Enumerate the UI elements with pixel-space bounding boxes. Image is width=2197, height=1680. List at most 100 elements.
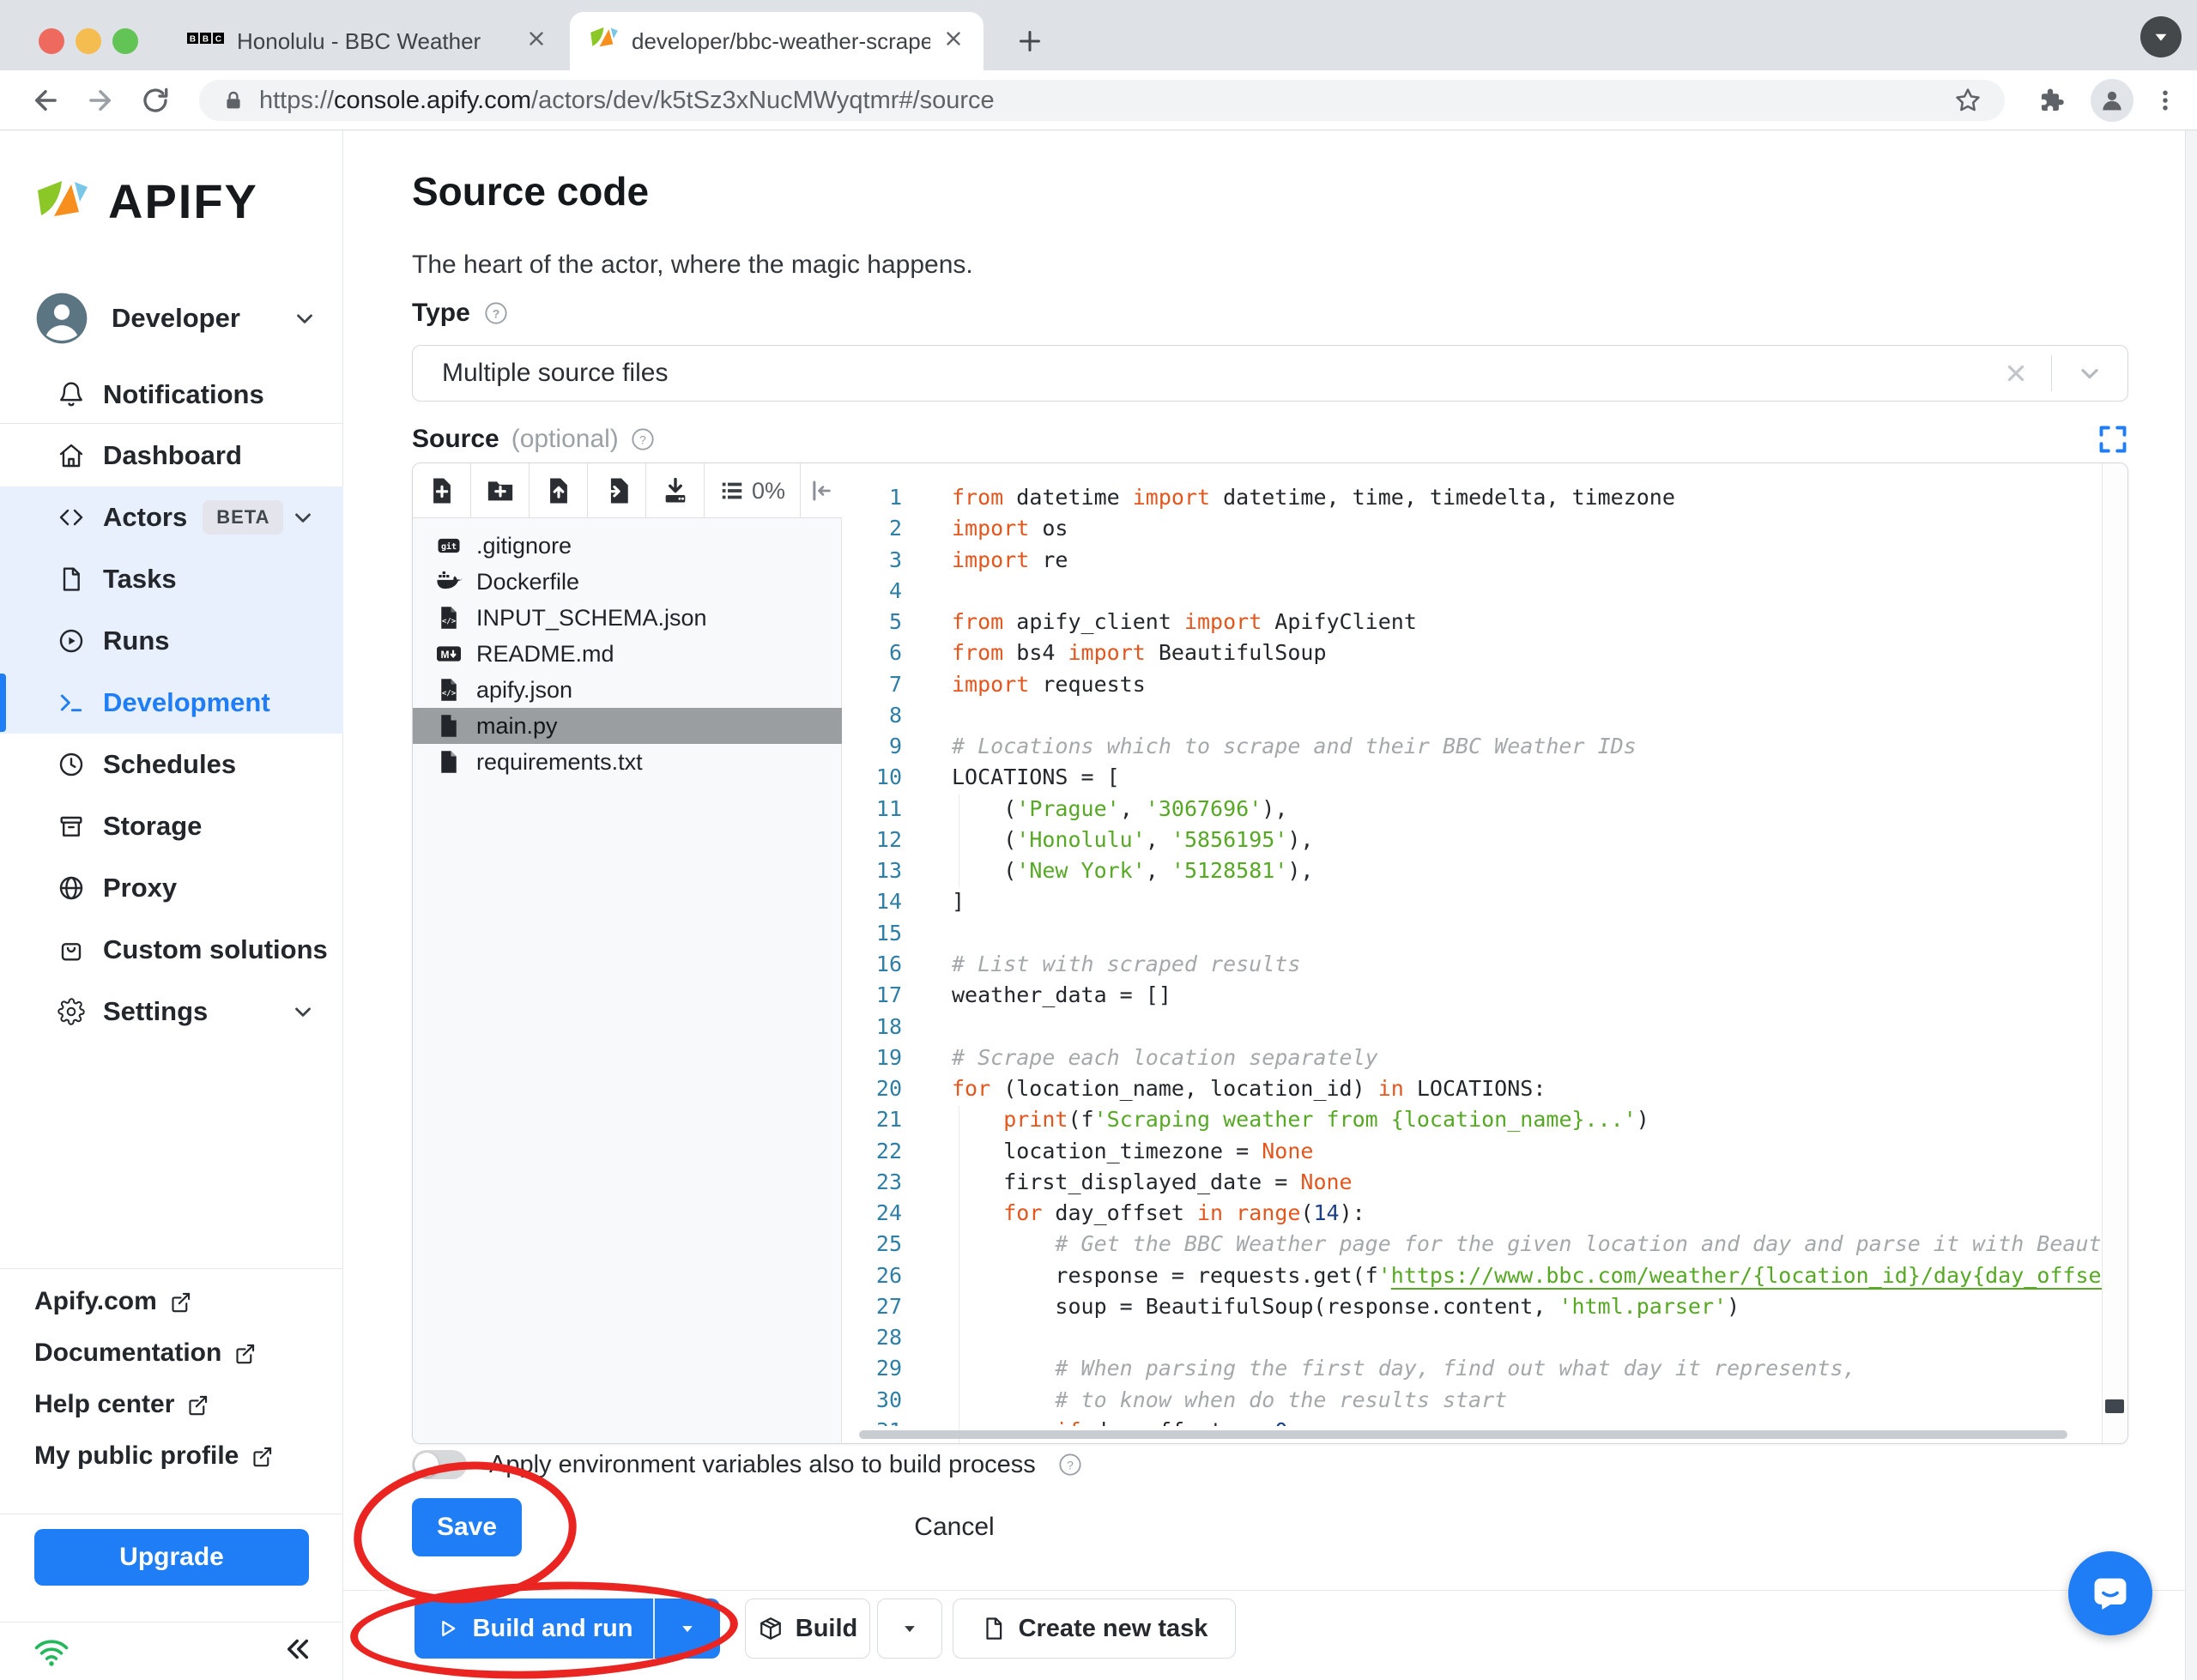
account-switcher[interactable]: Developer <box>34 290 318 347</box>
footer-link-apify-com[interactable]: Apify.com <box>34 1276 318 1327</box>
footer-link-my-public-profile[interactable]: My public profile <box>34 1430 318 1482</box>
bell-icon <box>57 380 86 409</box>
upgrade-button[interactable]: Upgrade <box>34 1529 309 1586</box>
collapse-sidebar-button[interactable] <box>281 1633 314 1670</box>
build-dropdown[interactable] <box>877 1598 942 1659</box>
sidebar-item-label: Runs <box>103 625 170 656</box>
help-icon[interactable]: ? <box>1058 1453 1082 1477</box>
scrollbar-thumb[interactable] <box>2105 1399 2124 1413</box>
code-line: 15 <box>875 920 902 946</box>
sidebar-item-settings[interactable]: Settings <box>0 981 343 1042</box>
browser-toolbar: https://console.apify.com/actors/dev/k5t… <box>0 70 2197 130</box>
minimize-window-button[interactable] <box>76 28 101 54</box>
build-and-run-dropdown[interactable] <box>655 1620 720 1637</box>
person-icon <box>2103 91 2121 111</box>
usage-indicator: 0% <box>705 463 801 518</box>
tab-search-button[interactable] <box>2140 16 2182 57</box>
browser-tab-honolulu-bbc-weather[interactable]: B B C Honolulu - BBC Weather <box>168 12 566 70</box>
clock-icon <box>57 750 86 779</box>
chat-bubble-icon <box>2094 1578 2127 1610</box>
sidebar-item-actors[interactable]: Actors BETA <box>0 486 343 548</box>
file-item-input-schema-json[interactable]: </> INPUT_SCHEMA.json <box>413 600 842 636</box>
sidebar-item-storage[interactable]: Storage <box>0 795 343 857</box>
avatar <box>36 293 88 344</box>
external-link-icon <box>169 1290 192 1314</box>
save-button[interactable]: Save <box>412 1498 522 1556</box>
close-window-button[interactable] <box>39 28 64 54</box>
build-button[interactable]: Build <box>745 1598 870 1659</box>
sidebar-item-label: Schedules <box>103 749 237 779</box>
build-and-run-button[interactable]: Build and run <box>415 1598 720 1659</box>
upload-file-button[interactable] <box>530 463 588 518</box>
terminal-icon <box>57 688 86 717</box>
bag-icon <box>57 935 86 964</box>
close-tab-icon[interactable] <box>525 27 548 56</box>
chevron-down-icon <box>290 999 316 1024</box>
code-line: 30 # to know when do the results start <box>875 1387 1508 1412</box>
code-line: 2 import os <box>888 516 1068 541</box>
file-name: main.py <box>476 712 558 739</box>
page-scrollbar[interactable] <box>2185 130 2197 1680</box>
sidebar-item-proxy[interactable]: Proxy <box>0 857 343 919</box>
fullscreen-editor-button[interactable] <box>2097 424 2128 455</box>
collapse-file-pane-button[interactable] <box>801 463 842 518</box>
sidebar-item-schedules[interactable]: Schedules <box>0 734 343 795</box>
file-item-apify-json[interactable]: </> apify.json <box>413 672 842 708</box>
add-folder-button[interactable] <box>471 463 530 518</box>
sidebar-item-notifications[interactable]: Notifications <box>0 364 343 426</box>
code-editor[interactable]: 1 from datetime import datetime, time, ti… <box>842 463 2102 1426</box>
sidebar-item-dashboard[interactable]: Dashboard <box>0 425 343 486</box>
code-line: 17 weather_data = [] <box>875 982 1171 1008</box>
env-variables-toggle[interactable] <box>412 1450 467 1479</box>
sidebar-item-custom-solutions[interactable]: Custom solutions <box>0 919 343 981</box>
editor-horizontal-scrollbar[interactable] <box>842 1426 2102 1443</box>
create-new-task-button[interactable]: Create new task <box>953 1598 1236 1659</box>
sidebar-item-tasks[interactable]: Tasks <box>0 548 343 610</box>
file-item-main-py[interactable]: main.py <box>413 708 842 744</box>
browser-profile-button[interactable] <box>2091 79 2133 122</box>
code-line: 13 ('New York', '5128581'), <box>875 858 1314 884</box>
new-tab-button[interactable] <box>1009 21 1050 62</box>
reload-button[interactable] <box>134 79 177 122</box>
code-line: 12 ('Honolulu', '5856195'), <box>875 826 1314 852</box>
help-icon[interactable]: ? <box>631 427 655 451</box>
help-icon[interactable]: ? <box>484 301 508 325</box>
env-toggle-label: Apply environment variables also to buil… <box>489 1450 1036 1478</box>
browser-menu-button[interactable] <box>2144 79 2187 122</box>
zoom-window-button[interactable] <box>112 28 138 54</box>
tab-title: developer/bbc-weather-scrape <box>632 27 930 54</box>
sidebar-item-runs[interactable]: Runs <box>0 610 343 672</box>
clear-select-button[interactable] <box>1981 360 2051 386</box>
close-tab-icon[interactable] <box>942 27 965 56</box>
forward-button[interactable] <box>79 79 122 122</box>
plus-icon <box>1020 31 1040 51</box>
address-bar[interactable]: https://console.apify.com/actors/dev/k5t… <box>199 80 2005 121</box>
external-link-icon <box>251 1445 274 1468</box>
add-file-button[interactable] <box>413 463 471 518</box>
code-line: 7 import requests <box>888 671 1146 697</box>
apify-logo[interactable]: APIFY <box>34 173 258 229</box>
import-file-button[interactable] <box>588 463 646 518</box>
file-item-dockerfile[interactable]: Dockerfile <box>413 564 842 600</box>
back-button[interactable] <box>24 79 67 122</box>
code-line: 22 location_timezone = None <box>875 1138 1314 1163</box>
scrollbar-thumb[interactable] <box>859 1430 2067 1439</box>
download-button[interactable] <box>646 463 705 518</box>
home-icon <box>57 441 86 470</box>
sidebar-item-development[interactable]: Development <box>0 672 343 734</box>
file-item-readme-md[interactable]: M README.md <box>413 636 842 672</box>
code-line: 10 LOCATIONS = [ <box>875 764 1120 790</box>
file-item-requirements-txt[interactable]: requirements.txt <box>413 744 842 780</box>
code-line: 8 <box>888 702 902 728</box>
editor-vertical-scrollbar[interactable] <box>2102 463 2127 1443</box>
type-select[interactable]: Multiple source files <box>412 345 2128 402</box>
file-item-gitignore[interactable]: git .gitignore <box>413 528 842 564</box>
browser-tab-developer-bbc-weather-scrape[interactable]: developer/bbc-weather-scrape <box>570 12 984 70</box>
footer-link-documentation[interactable]: Documentation <box>34 1327 318 1379</box>
open-select-button[interactable] <box>2052 360 2127 387</box>
extensions-button[interactable] <box>2031 79 2073 122</box>
cancel-button[interactable]: Cancel <box>899 1498 1010 1556</box>
footer-link-help-center[interactable]: Help center <box>34 1379 318 1430</box>
chat-widget-button[interactable] <box>2068 1551 2152 1635</box>
bookmark-star-icon[interactable] <box>1953 86 1982 115</box>
